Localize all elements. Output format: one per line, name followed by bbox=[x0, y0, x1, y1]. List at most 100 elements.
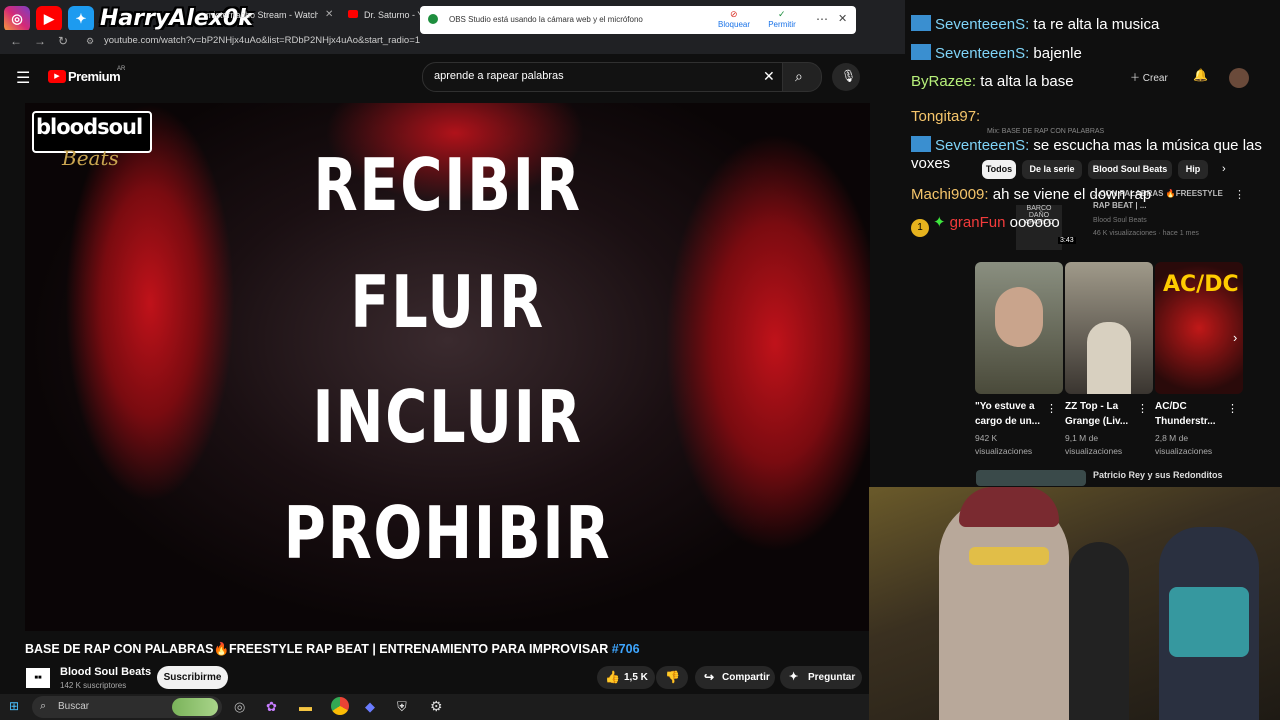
windows-start-icon[interactable]: ⊞ bbox=[9, 699, 19, 713]
chevron-right-icon[interactable]: › bbox=[1233, 330, 1249, 352]
sparkle-badge-icon: ✦ bbox=[933, 214, 946, 231]
chat-username: Machi9009: bbox=[911, 186, 989, 203]
short-title-2[interactable]: ZZ Top - La Grange (Liv... bbox=[1065, 399, 1145, 429]
thumbs-up-icon: 👍 bbox=[605, 670, 620, 684]
short-views-3: 2,8 M de visualizaciones bbox=[1155, 433, 1213, 456]
short-title-3[interactable]: AC/DC Thunderstr... bbox=[1155, 399, 1227, 429]
voice-search-button[interactable]: 🎙 bbox=[832, 63, 860, 91]
chat-text: ta alta la base bbox=[980, 73, 1074, 90]
video-word-3: INCLUIR bbox=[312, 375, 583, 459]
url-field[interactable]: youtube.com/watch?v=bP2NHjx4uAo&list=RDb… bbox=[104, 35, 420, 46]
subscribe-button[interactable]: Suscribirme bbox=[157, 666, 228, 689]
allow-button[interactable]: Permitir bbox=[762, 20, 802, 29]
short-thumbnail-1[interactable] bbox=[975, 262, 1063, 394]
search-input[interactable]: aprende a rapear palabras bbox=[434, 70, 564, 82]
short-title-1[interactable]: "Yo estuve a cargo de un... bbox=[975, 399, 1055, 429]
block-icon: ⊘ bbox=[730, 9, 738, 19]
app-icon[interactable]: ◆ bbox=[365, 699, 375, 715]
more-vert-icon[interactable]: ⋮ bbox=[1137, 402, 1148, 415]
allow-icon: ✓ bbox=[778, 9, 786, 19]
back-icon[interactable]: ← bbox=[10, 34, 22, 48]
sunglasses-image bbox=[969, 547, 1049, 565]
shield-icon[interactable]: ⛨ bbox=[397, 699, 407, 715]
chat-text: oooooo bbox=[1009, 214, 1060, 231]
person-image bbox=[995, 287, 1043, 347]
clear-search-icon[interactable]: ✕ bbox=[763, 68, 775, 85]
short-views-1: 942 K visualizaciones bbox=[975, 433, 1033, 456]
settings-gear-icon[interactable]: ⚙ bbox=[430, 698, 443, 715]
watermark-sub-text: Beats bbox=[62, 146, 119, 170]
short-views-2: 9,1 M de visualizaciones bbox=[1065, 433, 1123, 456]
tab-misternacho[interactable]: misternacho Stream - Watch Li bbox=[206, 4, 318, 26]
block-button[interactable]: Bloquear bbox=[714, 20, 754, 29]
search-highlight-image bbox=[172, 698, 218, 716]
chat-badge-icon bbox=[911, 136, 931, 152]
chat-username: SeventeeenS: bbox=[935, 16, 1030, 33]
shirt-print-image bbox=[1169, 587, 1249, 657]
video-title-text: BASE DE RAP CON PALABRAS🔥FREESTYLE RAP B… bbox=[25, 642, 609, 656]
beanie-image bbox=[959, 487, 1059, 527]
folder-icon[interactable]: ▬ bbox=[299, 699, 312, 714]
subscriber-badge-icon: 1 bbox=[911, 219, 929, 237]
more-vert-icon[interactable]: ⋮ bbox=[1227, 402, 1238, 415]
watermark-main-text: bloodsoul bbox=[36, 115, 143, 139]
channel-name[interactable]: Blood Soul Beats bbox=[60, 666, 151, 678]
close-icon[interactable]: ✕ bbox=[325, 4, 333, 26]
subscriber-count: 142 K suscriptores bbox=[60, 681, 127, 690]
more-vert-icon[interactable]: ⋮ bbox=[1046, 402, 1057, 415]
video-hashtag[interactable]: #706 bbox=[612, 642, 640, 656]
chat-message: SeventeeenS: ta re alta la musica bbox=[911, 15, 1271, 34]
close-popup-icon[interactable]: ✕ bbox=[838, 12, 847, 25]
chat-message: 1 ✦ granFun oooooo bbox=[911, 214, 1271, 237]
app-icon[interactable]: ◎ bbox=[234, 699, 245, 715]
camera-icon bbox=[428, 14, 438, 24]
permission-popup: OBS Studio está usando la cámara web y e… bbox=[420, 6, 856, 34]
instagram-icon: ◎ bbox=[4, 6, 30, 32]
chrome-icon[interactable] bbox=[331, 697, 349, 715]
share-icon: ↪ bbox=[704, 670, 715, 684]
chat-message: ByRazee: ta alta la base bbox=[911, 73, 1271, 91]
tab-dr-saturno[interactable]: Dr. Saturno - Yo bbox=[364, 4, 420, 26]
site-info-icon[interactable]: ⚙ bbox=[86, 36, 94, 47]
rec-duration: 3:43 bbox=[1058, 237, 1076, 244]
twitter-icon: ✦ bbox=[68, 6, 94, 32]
popup-message: OBS Studio está usando la cámara web y e… bbox=[449, 15, 643, 24]
chat-message: Tongita97: bbox=[911, 108, 1271, 126]
copilot-icon[interactable]: ✿ bbox=[266, 699, 277, 715]
search-icon: ⌕ bbox=[795, 68, 803, 84]
youtube-premium-label[interactable]: Premium bbox=[68, 69, 121, 84]
chat-username: SeventeeenS: bbox=[935, 45, 1030, 62]
dislike-button[interactable]: 👎 bbox=[656, 666, 688, 689]
microphone-icon: 🎙 bbox=[841, 69, 857, 83]
like-button[interactable]: 👍 1,5 K bbox=[597, 666, 655, 689]
taskbar-search[interactable]: ⌕ Buscar bbox=[32, 696, 222, 718]
search-icon: ⌕ bbox=[40, 700, 47, 712]
beard-image bbox=[1087, 322, 1131, 394]
share-button[interactable]: ↪ Compartir bbox=[695, 666, 775, 689]
chat-text: ta re alta la musica bbox=[1033, 16, 1160, 33]
reload-icon[interactable]: ↻ bbox=[58, 34, 68, 48]
rec2-title[interactable]: Patricio Rey y sus Redonditos bbox=[1093, 470, 1223, 480]
video-player[interactable]: RECIBIR FLUIR INCLUIR PROHIBIR bbox=[25, 103, 870, 631]
short-thumbnail-2[interactable] bbox=[1065, 262, 1153, 394]
chat-username: granFun bbox=[949, 214, 1006, 231]
short-thumbnail-3[interactable]: AC/DC bbox=[1155, 262, 1243, 394]
ask-button[interactable]: ✦ Preguntar bbox=[780, 666, 862, 689]
forward-icon[interactable]: → bbox=[34, 34, 46, 48]
chat-message: Machi9009: ah se viene el down rap bbox=[911, 186, 1271, 204]
channel-avatar[interactable]: ■■ bbox=[26, 668, 50, 688]
acdc-logo-image: AC/DC bbox=[1163, 272, 1239, 297]
rec2-thumbnail[interactable] bbox=[976, 470, 1086, 486]
chat-username: ByRazee: bbox=[911, 73, 977, 90]
search-button[interactable]: ⌕ bbox=[782, 62, 822, 92]
playlist-title[interactable]: Mix: BASE DE RAP CON PALABRAS bbox=[987, 128, 1104, 135]
thumb-word-1: BARCO bbox=[1026, 205, 1052, 212]
region-code: AR bbox=[117, 66, 126, 72]
video-word-4: PROHIBIR bbox=[283, 491, 612, 575]
youtube-logo-icon[interactable]: ▶ bbox=[48, 70, 66, 83]
more-icon[interactable]: ⋯ bbox=[816, 12, 828, 26]
person-2-image bbox=[1069, 542, 1129, 720]
menu-icon[interactable]: ☰ bbox=[16, 68, 30, 88]
youtube-social-icon: ▶ bbox=[36, 6, 62, 32]
sparkle-icon: ✦ bbox=[789, 671, 799, 683]
